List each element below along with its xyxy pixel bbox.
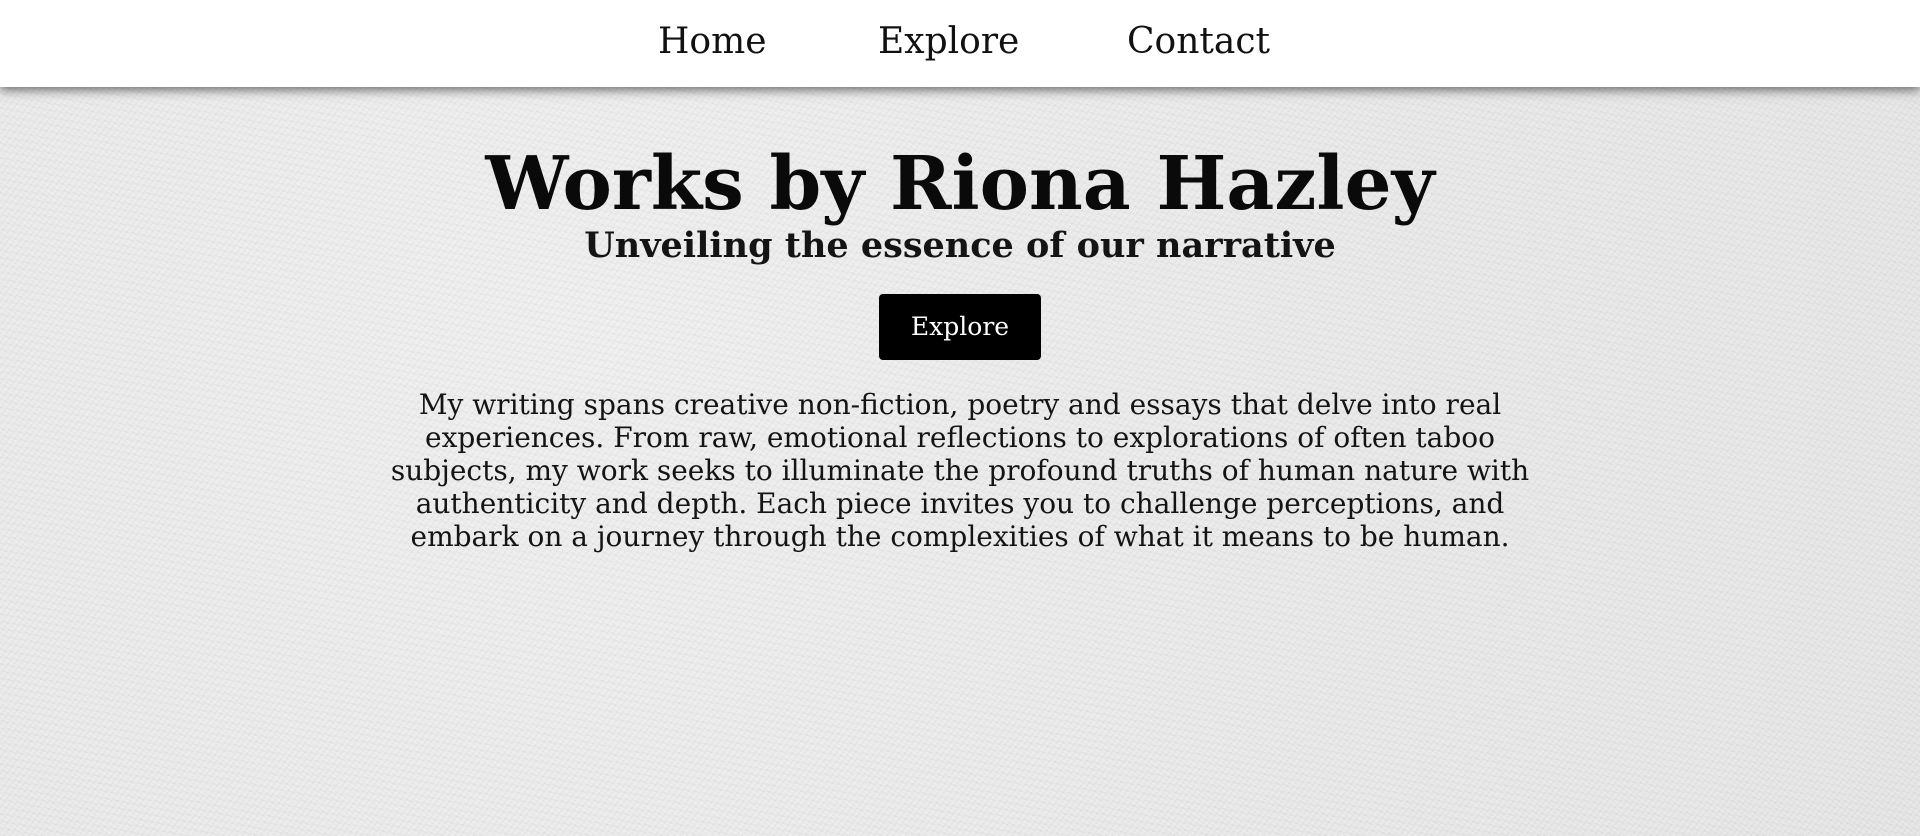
nav-link-explore[interactable]: Explore [878,20,1019,64]
nav-link-home[interactable]: Home [658,20,767,64]
page-subtitle: Unveiling the essence of our narrative [584,225,1336,266]
intro-paragraph: My writing spans creative non-fiction, p… [390,388,1530,553]
nav-link-contact[interactable]: Contact [1127,20,1270,64]
page-title: Works by Riona Hazley [485,141,1435,227]
top-navigation-bar: Home Explore Contact [0,0,1920,87]
explore-button[interactable]: Explore [879,294,1041,360]
